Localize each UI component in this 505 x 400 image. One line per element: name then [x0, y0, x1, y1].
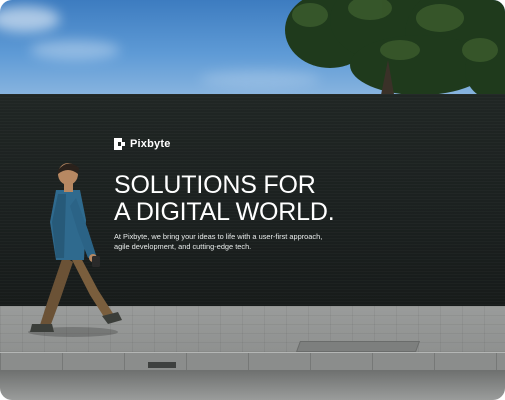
road — [0, 370, 505, 400]
body-text-line-1: At Pixbyte, we bring your ideas to life … — [114, 232, 323, 241]
headline-line-1: SOLUTIONS FOR — [114, 171, 316, 199]
photo-scene: Pixbyte SOLUTIONS FOR A DIGITAL WORLD. A… — [0, 0, 505, 400]
body-text-line-2: agile development, and cutting-edge tech… — [114, 242, 252, 251]
brand-logo: Pixbyte — [114, 138, 171, 150]
brand-name: Pixbyte — [130, 138, 171, 150]
headline: SOLUTIONS FOR A DIGITAL WORLD. — [114, 172, 414, 226]
curb — [0, 352, 505, 371]
body-text: At Pixbyte, we bring your ideas to life … — [114, 232, 374, 252]
walking-man — [28, 163, 122, 337]
tree — [285, 0, 505, 100]
manhole-cover — [295, 341, 421, 352]
headline-line-2: A DIGITAL WORLD. — [114, 198, 335, 226]
storm-drain — [148, 362, 176, 368]
pixbyte-logo-icon — [114, 138, 125, 150]
cloud — [0, 6, 60, 32]
cloud — [30, 40, 120, 60]
